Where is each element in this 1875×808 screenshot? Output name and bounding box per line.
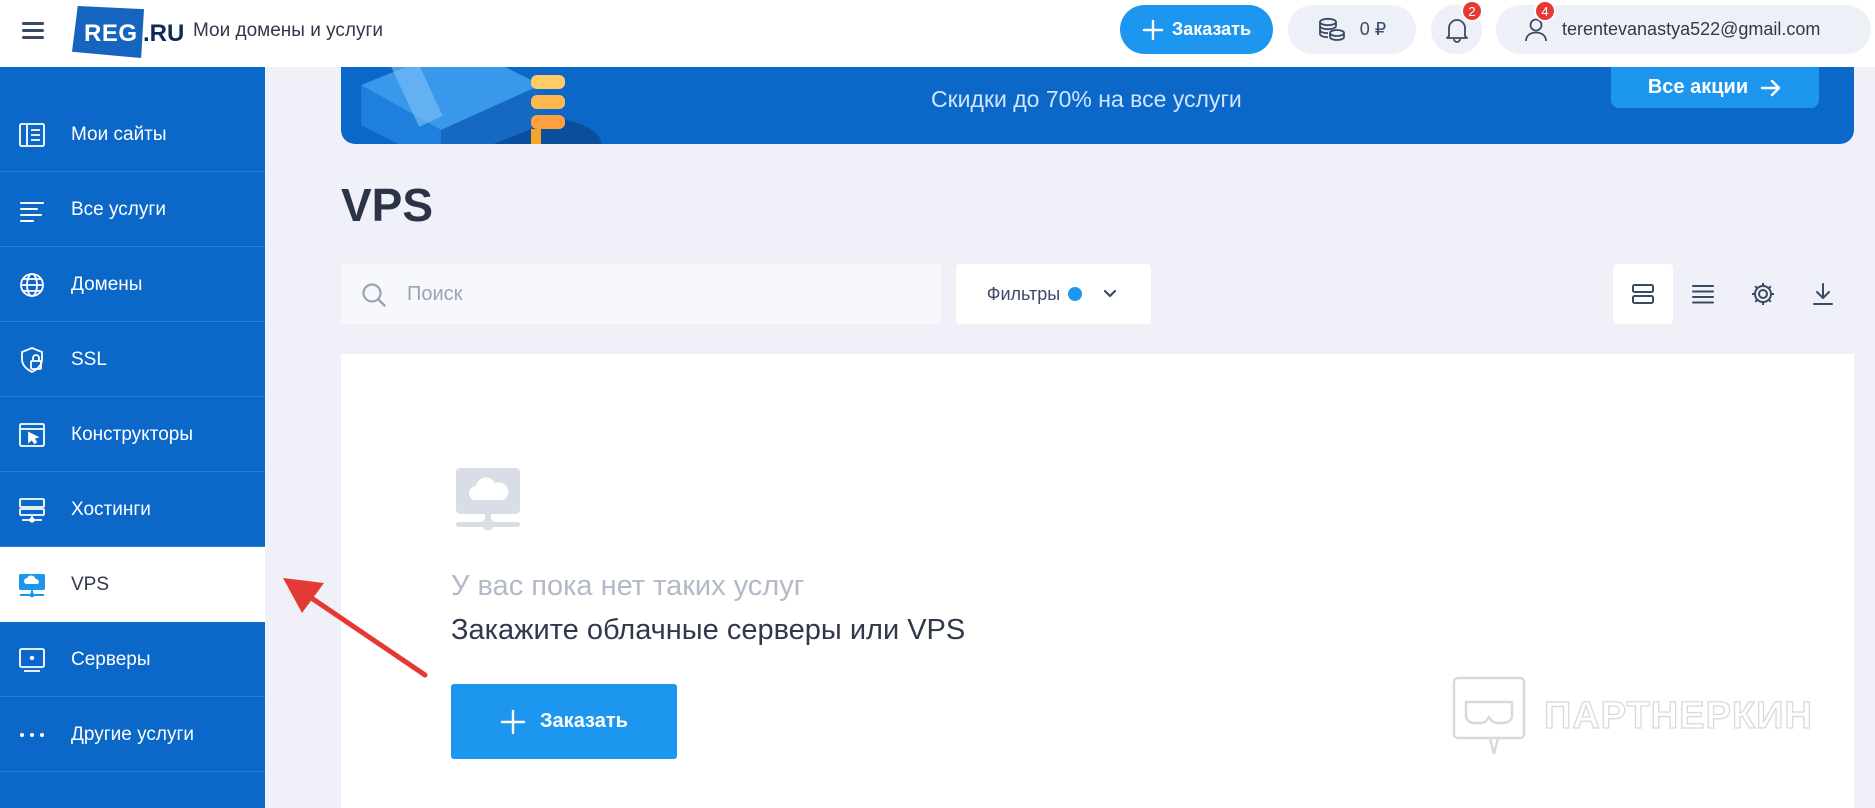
all-promos-label: Все акции [1647, 76, 1749, 98]
filters-label: Фильтры [986, 283, 1061, 304]
search-input[interactable] [407, 264, 927, 324]
banner-text: Скидки до 70% на все услуги [931, 86, 1242, 112]
vps-icon [19, 574, 45, 598]
watermark-logo-icon [1452, 676, 1526, 755]
order-vps-button[interactable]: Заказать [451, 684, 677, 759]
sidebar-item-label: VPS [71, 574, 110, 595]
sidebar-item-builders[interactable]: Конструкторы [0, 397, 265, 472]
logo-text: REG [84, 20, 138, 47]
sidebar-item-label: Конструкторы [71, 424, 193, 445]
sites-icon [19, 123, 45, 147]
filters-dropdown[interactable]: Фильтры [956, 264, 1151, 324]
globe-icon [20, 273, 44, 297]
view-cards-button[interactable] [1613, 264, 1673, 324]
builder-icon [19, 423, 45, 447]
list-icon [20, 202, 44, 222]
settings-button[interactable] [1733, 264, 1793, 324]
coins-icon [1318, 17, 1345, 41]
server-icon [19, 648, 45, 672]
hosting-icon [19, 498, 45, 523]
watermark: ПАРТНЕРКИН [1452, 676, 1813, 756]
sidebar-item-label: Мои сайты [71, 124, 167, 145]
notifications-button[interactable]: 2 [1431, 0, 1483, 54]
logo-domain: .RU [143, 20, 185, 47]
dots-icon [20, 733, 44, 737]
sidebar-item-other[interactable]: Другие услуги [0, 697, 265, 772]
user-menu[interactable]: 4 terentevanastya522@gmail.com [1496, 0, 1871, 54]
list-view-icon [1692, 285, 1714, 304]
watermark-text: ПАРТНЕРКИН [1543, 694, 1813, 737]
sidebar-item-vps[interactable]: VPS [0, 547, 265, 622]
sidebar: Мои сайты Все услуги Домены SSL Конструк… [0, 67, 265, 808]
download-button[interactable] [1793, 264, 1853, 324]
filters-active-dot [1068, 287, 1083, 301]
order-vps-label: Заказать [540, 710, 628, 732]
cloud-server-icon [456, 468, 520, 531]
notifications-badge: 2 [1461, 0, 1483, 22]
plus-icon [1142, 19, 1164, 40]
sidebar-item-label: Хостинги [71, 499, 151, 520]
sidebar-item-my-sites[interactable]: Мои сайты [0, 97, 265, 172]
plus-icon [500, 709, 526, 734]
order-button-label: Заказать [1171, 19, 1252, 39]
chevron-down-icon [1104, 289, 1117, 298]
cards-view-icon [1632, 284, 1654, 304]
empty-state-title: У вас пока нет таких услуг [451, 570, 805, 602]
user-email: terentevanastya522@gmail.com [1562, 19, 1821, 39]
user-badge: 4 [1534, 0, 1556, 22]
sidebar-item-domains[interactable]: Домены [0, 247, 265, 322]
sidebar-item-label: Другие услуги [71, 724, 195, 745]
search-box [341, 264, 941, 324]
gear-icon [1752, 283, 1774, 305]
sidebar-item-all-services[interactable]: Все услуги [0, 172, 265, 247]
empty-state-subtitle: Закажите облачные серверы или VPS [451, 614, 966, 646]
promo-banner: Скидки до 70% на все услуги Все акции [341, 67, 1854, 144]
sidebar-item-label: Все услуги [71, 199, 166, 220]
search-icon [362, 283, 386, 307]
sidebar-item-label: SSL [71, 349, 107, 370]
arrow-right-icon [1760, 79, 1781, 96]
brand-subtitle: Мои домены и услуги [193, 20, 384, 41]
sidebar-item-hosting[interactable]: Хостинги [0, 472, 265, 547]
gift-illustration [361, 67, 601, 144]
top-bar: REG .RU Мои домены и услуги Заказать 0 ₽… [0, 0, 1875, 67]
menu-icon[interactable] [20, 20, 46, 40]
all-promos-button[interactable]: Все акции [1611, 67, 1819, 108]
sidebar-item-servers[interactable]: Серверы [0, 622, 265, 697]
sidebar-item-ssl[interactable]: SSL [0, 322, 265, 397]
balance-button[interactable]: 0 ₽ [1288, 5, 1416, 54]
logo[interactable]: REG .RU [72, 6, 187, 58]
sidebar-item-label: Серверы [71, 649, 151, 670]
page-title: VPS [341, 179, 434, 231]
download-icon [1813, 283, 1833, 305]
sidebar-item-label: Домены [71, 274, 143, 295]
bell-icon [1445, 18, 1468, 43]
view-list-button[interactable] [1673, 264, 1733, 324]
shield-lock-icon [21, 347, 43, 374]
balance-value: 0 ₽ [1359, 19, 1387, 39]
order-button[interactable]: Заказать [1120, 5, 1273, 54]
